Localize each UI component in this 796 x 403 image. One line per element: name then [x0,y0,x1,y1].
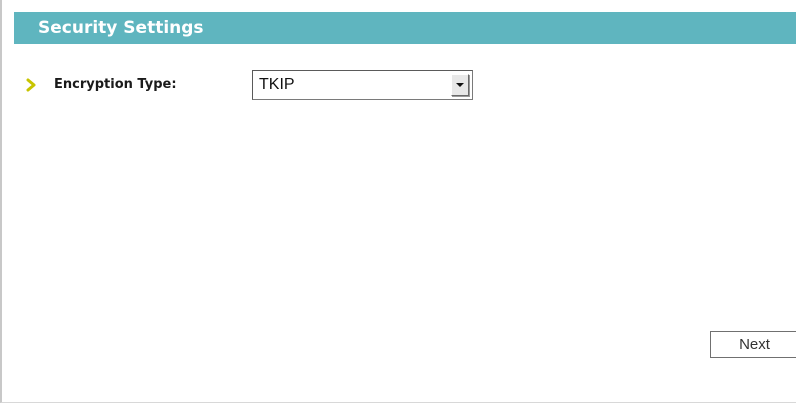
panel-title: Security Settings [38,18,204,38]
chevron-right-icon [26,78,36,92]
next-button[interactable]: Next [710,331,796,358]
encryption-type-label: Encryption Type: [54,77,177,92]
encryption-type-selected-value: TKIP [259,76,295,93]
panel-header: Security Settings [14,12,796,44]
chevron-down-icon[interactable] [451,74,469,96]
security-settings-panel: Security Settings Encryption Type: TKIP … [0,0,796,403]
encryption-type-select[interactable]: TKIP [252,70,473,100]
